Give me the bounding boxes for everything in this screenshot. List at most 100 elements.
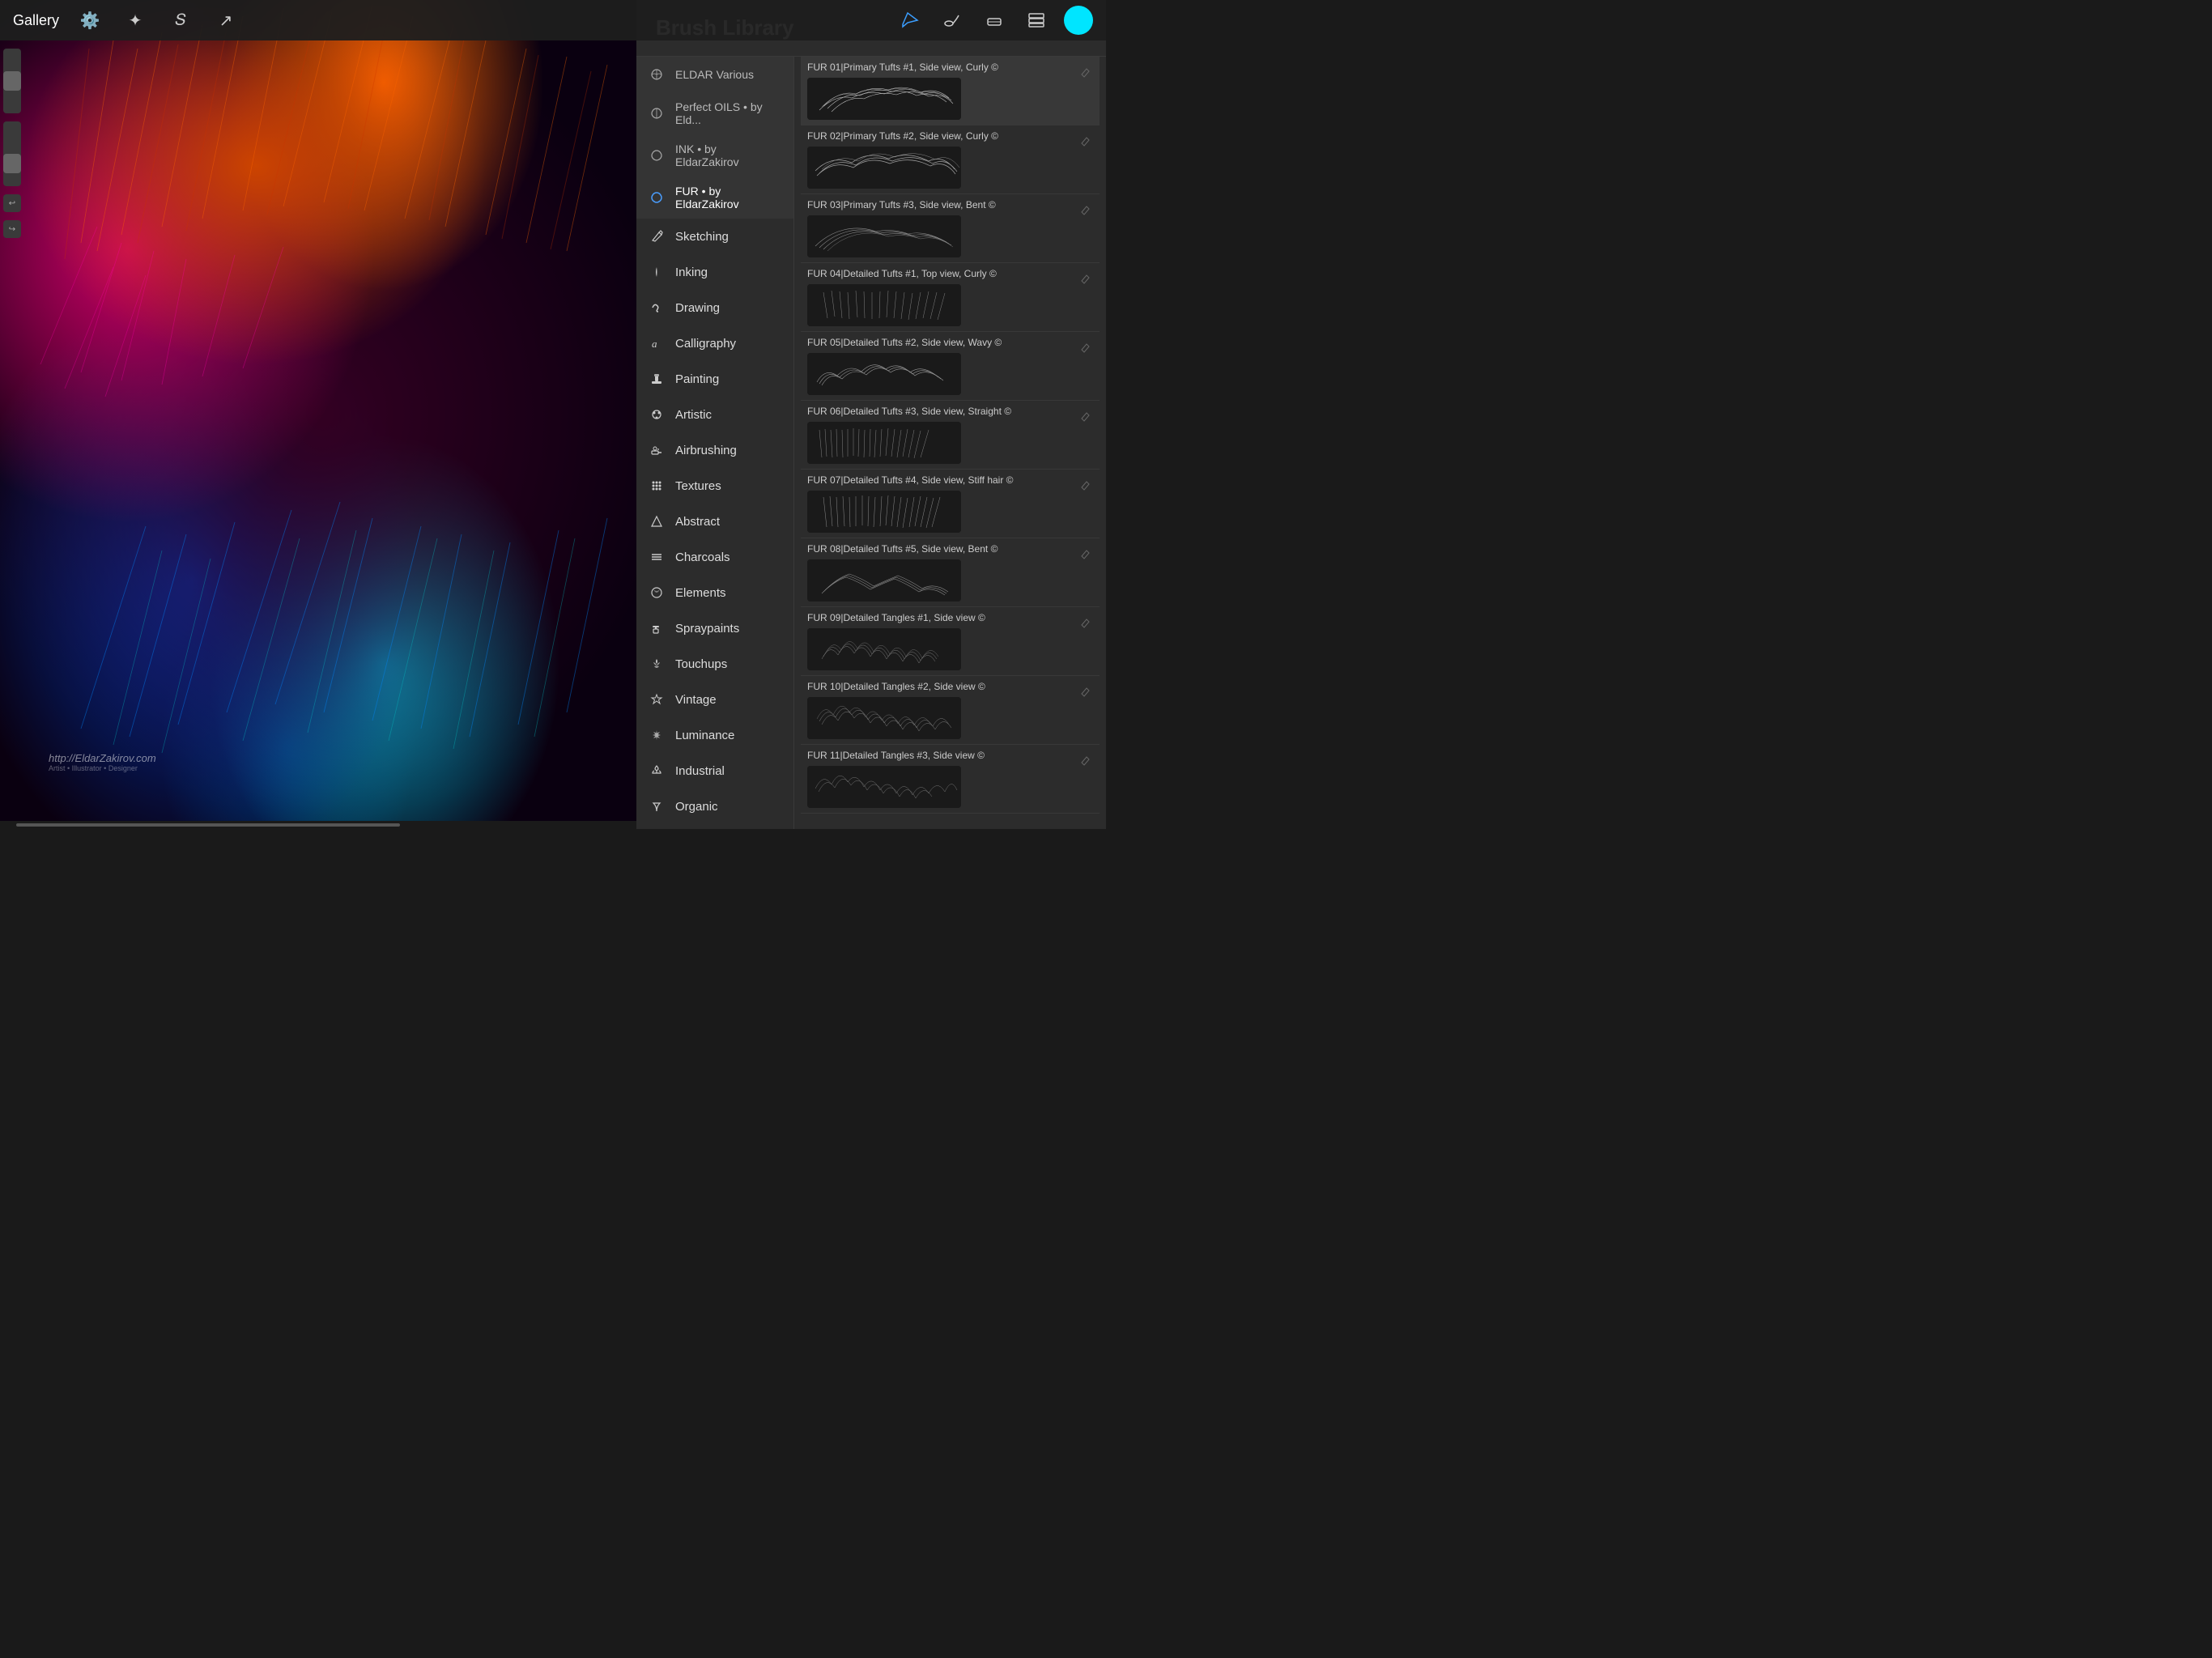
category-icon-luminance bbox=[648, 726, 666, 744]
category-industrial[interactable]: Industrial bbox=[636, 753, 793, 789]
category-vintage[interactable]: Vintage bbox=[636, 682, 793, 717]
category-elements[interactable]: Elements bbox=[636, 575, 793, 610]
brush-name-2: FUR 02|Primary Tufts #2, Side view, Curl… bbox=[807, 130, 1072, 142]
brush-item-2[interactable]: FUR 02|Primary Tufts #2, Side view, Curl… bbox=[801, 125, 1100, 194]
brush-edit-icon-2[interactable] bbox=[1078, 134, 1093, 148]
brush-edit-icon-8[interactable] bbox=[1078, 546, 1093, 561]
category-icon-drawing bbox=[648, 299, 666, 317]
category-inking[interactable]: Inking bbox=[636, 254, 793, 290]
brush-edit-icon-3[interactable] bbox=[1078, 202, 1093, 217]
brush-preview-4 bbox=[807, 284, 961, 326]
category-organic[interactable]: Organic bbox=[636, 789, 793, 824]
brush-preview-1 bbox=[807, 78, 961, 120]
category-label-fur-eldar: FUR • by EldarZakirov bbox=[675, 185, 782, 210]
category-label-ink-eldar: INK • by EldarZakirov bbox=[675, 142, 782, 168]
brush-edit-icon-7[interactable] bbox=[1078, 478, 1093, 492]
category-spraypaints[interactable]: Spraypaints bbox=[636, 610, 793, 646]
brush-preview-2 bbox=[807, 147, 961, 189]
brush-item-10[interactable]: FUR 10|Detailed Tangles #2, Side view © bbox=[801, 676, 1100, 745]
gallery-button[interactable]: Gallery bbox=[13, 12, 59, 29]
category-label-perfect-oils: Perfect OILS • by Eld... bbox=[675, 100, 782, 126]
send-icon[interactable]: ↗ bbox=[211, 6, 240, 35]
avatar[interactable] bbox=[1064, 6, 1093, 35]
category-airbrushing[interactable]: Airbrushing bbox=[636, 432, 793, 468]
brush-preview-3 bbox=[807, 215, 961, 257]
brush-edit-icon-6[interactable] bbox=[1078, 409, 1093, 423]
transform-icon[interactable]: 𝑆 bbox=[166, 6, 195, 35]
modify-icon[interactable]: ✦ bbox=[121, 6, 150, 35]
watermark: http://EldarZakirov.com Artist • Illustr… bbox=[49, 752, 156, 772]
category-eldar-various[interactable]: ELDAR Various bbox=[636, 57, 793, 92]
brush-preview-6 bbox=[807, 422, 961, 464]
brush-item-1[interactable]: FUR 01|Primary Tufts #1, Side view, Curl… bbox=[801, 57, 1100, 125]
category-charcoals[interactable]: Charcoals bbox=[636, 539, 793, 575]
category-icon-airbrushing bbox=[648, 441, 666, 459]
category-icon-vintage bbox=[648, 691, 666, 708]
category-icon-charcoals bbox=[648, 548, 666, 566]
brush-item-11[interactable]: FUR 11|Detailed Tangles #3, Side view © bbox=[801, 745, 1100, 814]
brush-edit-icon-9[interactable] bbox=[1078, 615, 1093, 630]
brush-name-7: FUR 07|Detailed Tufts #4, Side view, Sti… bbox=[807, 474, 1072, 486]
undo-button[interactable]: ↩ bbox=[3, 194, 21, 212]
canvas-area[interactable]: ↩ ↪ http://EldarZakirov.com Artist • Ill… bbox=[0, 0, 640, 829]
category-touchups[interactable]: Touchups bbox=[636, 646, 793, 682]
category-drawing[interactable]: Drawing bbox=[636, 290, 793, 325]
brush-item-6[interactable]: FUR 06|Detailed Tufts #3, Side view, Str… bbox=[801, 401, 1100, 470]
brush-item-4[interactable]: FUR 04|Detailed Tufts #1, Top view, Curl… bbox=[801, 263, 1100, 332]
brush-preview-5 bbox=[807, 353, 961, 395]
brush-library-panel: Brush Library + ELDAR Various Perfect OI… bbox=[636, 0, 1106, 829]
brush-edit-icon-1[interactable] bbox=[1078, 65, 1093, 79]
category-textures[interactable]: Textures bbox=[636, 468, 793, 504]
category-label-industrial: Industrial bbox=[675, 764, 725, 778]
brush-library-content: ELDAR Various Perfect OILS • by Eld... I… bbox=[636, 57, 1106, 829]
category-luminance[interactable]: Luminance bbox=[636, 717, 793, 753]
redo-button[interactable]: ↪ bbox=[3, 220, 21, 238]
category-painting[interactable]: Painting bbox=[636, 361, 793, 397]
category-label-touchups: Touchups bbox=[675, 657, 727, 671]
brush-name-3: FUR 03|Primary Tufts #3, Side view, Bent… bbox=[807, 199, 1072, 210]
category-icon-inking bbox=[648, 263, 666, 281]
category-icon-calligraphy: a bbox=[648, 334, 666, 352]
opacity-slider[interactable] bbox=[3, 121, 21, 186]
brush-edit-icon-4[interactable] bbox=[1078, 271, 1093, 286]
pen-tool-icon[interactable] bbox=[895, 6, 925, 35]
category-abstract[interactable]: Abstract bbox=[636, 504, 793, 539]
category-artistic[interactable]: Artistic bbox=[636, 397, 793, 432]
top-bar: Gallery ⚙️ ✦ 𝑆 ↗ bbox=[0, 0, 1106, 40]
brush-name-5: FUR 05|Detailed Tufts #2, Side view, Wav… bbox=[807, 337, 1072, 348]
category-icon-sketching bbox=[648, 227, 666, 245]
eraser-tool-icon[interactable] bbox=[980, 6, 1009, 35]
brush-name-6: FUR 06|Detailed Tufts #3, Side view, Str… bbox=[807, 406, 1072, 417]
category-calligraphy[interactable]: a Calligraphy bbox=[636, 325, 793, 361]
category-label-sketching: Sketching bbox=[675, 230, 729, 244]
category-ink-eldar[interactable]: INK • by EldarZakirov bbox=[636, 134, 793, 176]
brush-item-9[interactable]: FUR 09|Detailed Tangles #1, Side view © bbox=[801, 607, 1100, 676]
size-slider[interactable] bbox=[3, 49, 21, 113]
brush-item-8[interactable]: FUR 08|Detailed Tufts #5, Side view, Ben… bbox=[801, 538, 1100, 607]
category-label-airbrushing: Airbrushing bbox=[675, 444, 737, 457]
brush-edit-icon-10[interactable] bbox=[1078, 684, 1093, 699]
brush-edit-icon-11[interactable] bbox=[1078, 753, 1093, 767]
brush-item-5[interactable]: FUR 05|Detailed Tufts #2, Side view, Wav… bbox=[801, 332, 1100, 401]
brush-name-9: FUR 09|Detailed Tangles #1, Side view © bbox=[807, 612, 1072, 623]
category-label-luminance: Luminance bbox=[675, 729, 734, 742]
brush-preview-9 bbox=[807, 628, 961, 670]
wrench-icon[interactable]: ⚙️ bbox=[75, 6, 104, 35]
category-sketching[interactable]: Sketching bbox=[636, 219, 793, 254]
category-icon-abstract bbox=[648, 512, 666, 530]
layers-tool-icon[interactable] bbox=[1022, 6, 1051, 35]
brush-edit-icon-5[interactable] bbox=[1078, 340, 1093, 355]
category-water[interactable]: Water bbox=[636, 824, 793, 829]
canvas-scrollbar[interactable] bbox=[0, 821, 640, 829]
category-icon-eldar-various bbox=[648, 66, 666, 83]
category-fur-eldar[interactable]: FUR • by EldarZakirov bbox=[636, 176, 793, 219]
fur-art-svg bbox=[0, 0, 640, 829]
category-icon-spraypaints bbox=[648, 619, 666, 637]
brush-item-3[interactable]: FUR 03|Primary Tufts #3, Side view, Bent… bbox=[801, 194, 1100, 263]
brush-item-7[interactable]: FUR 07|Detailed Tufts #4, Side view, Sti… bbox=[801, 470, 1100, 538]
brush-preview-7 bbox=[807, 491, 961, 533]
brush-name-11: FUR 11|Detailed Tangles #3, Side view © bbox=[807, 750, 1072, 761]
brush-preview-11 bbox=[807, 766, 961, 808]
category-perfect-oils[interactable]: Perfect OILS • by Eld... bbox=[636, 92, 793, 134]
smudge-tool-icon[interactable] bbox=[938, 6, 967, 35]
